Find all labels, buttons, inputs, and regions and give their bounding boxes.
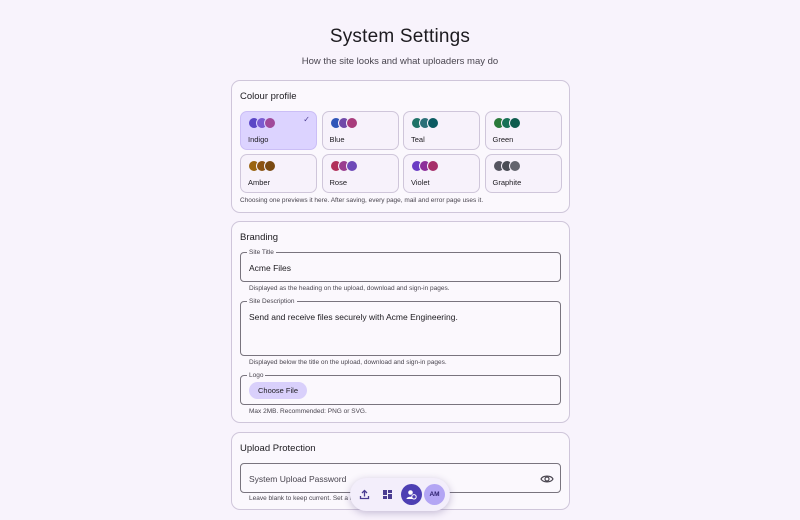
swatch-dot: [264, 160, 276, 172]
upload-nav-button[interactable]: [354, 484, 375, 505]
swatch-colour-dots: [329, 160, 370, 172]
colour-swatch-green[interactable]: Green: [484, 111, 562, 150]
colour-swatch-graphite[interactable]: Graphite: [484, 154, 562, 193]
colour-swatch-amber[interactable]: Amber: [240, 154, 317, 193]
settings-nav-button[interactable]: [401, 484, 422, 505]
swatch-name: Blue: [329, 135, 345, 144]
site-description-label: Site Description: [247, 297, 297, 306]
eye-icon[interactable]: [540, 472, 554, 484]
swatch-colour-dots: [329, 117, 370, 129]
colour-profile-card: Colour profile Indigo ✓ Blue Teal Green Amber…: [231, 80, 570, 213]
swatch-colour-dots: [492, 117, 533, 129]
upload-protection-title: Upload Protection: [240, 443, 316, 454]
dashboard-nav-button[interactable]: [377, 484, 398, 505]
swatch-dot: [508, 160, 521, 172]
site-title-value[interactable]: Acme Files: [249, 263, 291, 273]
swatch-name: Amber: [248, 178, 271, 187]
swatch-colour-dots: [248, 160, 288, 172]
swatch-dot: [508, 117, 521, 129]
colour-swatch-grid: Indigo ✓ Blue Teal Green Amber Rose Violet Graph…: [240, 111, 562, 193]
branding-title: Branding: [240, 232, 279, 243]
swatch-dot: [345, 117, 358, 129]
site-description-hint: Displayed below the title on the upload,…: [249, 359, 447, 366]
swatch-colour-dots: [411, 117, 451, 129]
colour-swatch-teal[interactable]: Teal: [403, 111, 480, 150]
swatch-colour-dots: [492, 160, 533, 172]
colour-swatch-violet[interactable]: Violet: [403, 154, 480, 193]
logo-hint: Max 2MB. Recommended: PNG or SVG.: [249, 408, 367, 415]
swatch-colour-dots: [248, 117, 288, 129]
swatch-name: Green: [492, 135, 514, 144]
swatch-dot: [427, 160, 439, 172]
colour-profile-title: Colour profile: [240, 91, 297, 102]
choose-file-button[interactable]: Choose File: [249, 382, 307, 399]
swatch-dot: [345, 160, 358, 172]
site-description-field[interactable]: Site Description Send and receive files …: [240, 297, 561, 356]
site-title-hint: Displayed as the heading on the upload, …: [249, 285, 450, 292]
swatch-name: Rose: [329, 178, 348, 187]
site-title-field[interactable]: Site Title Acme Files: [240, 248, 561, 282]
colour-swatch-blue[interactable]: Blue: [321, 111, 399, 150]
page-subtitle: How the site looks and what uploaders ma…: [301, 56, 499, 67]
colour-swatch-rose[interactable]: Rose: [321, 154, 399, 193]
site-description-value[interactable]: Send and receive files securely with Acm…: [249, 312, 458, 322]
upload-password-placeholder[interactable]: System Upload Password: [249, 474, 346, 484]
swatch-name: Indigo: [248, 135, 269, 144]
colour-profile-hint: Choosing one previews it here. After sav…: [240, 197, 484, 204]
colour-swatch-indigo[interactable]: Indigo ✓: [240, 111, 317, 150]
logo-label: Logo: [247, 371, 266, 380]
branding-card: Branding Site Title Acme Files Displayed…: [231, 221, 570, 423]
check-icon: ✓: [303, 115, 310, 124]
swatch-name: Graphite: [492, 178, 522, 187]
swatch-colour-dots: [411, 160, 451, 172]
user-avatar[interactable]: AM: [424, 484, 445, 505]
swatch-dot: [264, 117, 276, 129]
swatch-dot: [427, 117, 439, 129]
page-header: System Settings How the site looks and w…: [0, 0, 800, 67]
swatch-name: Violet: [411, 178, 430, 187]
page-title: System Settings: [329, 26, 471, 47]
site-title-label: Site Title: [247, 248, 276, 257]
logo-field: Logo Choose File: [240, 371, 561, 405]
swatch-name: Teal: [411, 135, 425, 144]
floating-nav-bar: AM: [350, 478, 450, 511]
